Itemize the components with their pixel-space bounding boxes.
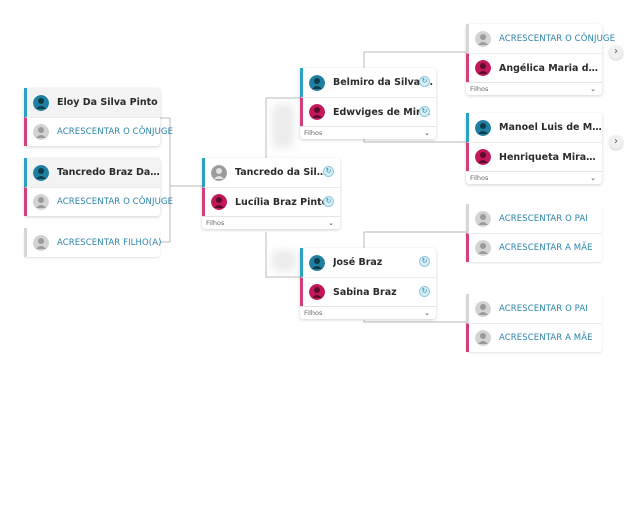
placeholder-avatar-icon xyxy=(475,300,491,317)
edit-badge-icon[interactable]: ↻ xyxy=(419,256,430,267)
male-avatar-icon xyxy=(475,119,491,136)
person-name: Angélica Maria da Apar... xyxy=(499,62,602,74)
person-name: Sabina Braz xyxy=(333,286,397,298)
male-avatar-icon xyxy=(33,94,49,111)
person-row[interactable]: Eloy Da Silva Pinto xyxy=(24,88,160,117)
chevron-right-icon[interactable]: › xyxy=(609,45,623,59)
person-row[interactable]: Tancredo Braz Da Silva xyxy=(24,158,160,187)
male-avatar-icon xyxy=(309,74,325,91)
chevron-down-icon: ⌄ xyxy=(590,174,596,182)
person-row[interactable]: José Braz ↻ xyxy=(300,248,436,277)
placeholder-avatar-icon xyxy=(475,30,491,47)
children-dropdown[interactable]: Filhos ⌄ xyxy=(466,171,602,184)
add-spouse-button[interactable]: ACRESCENTAR O CÔNJUGE xyxy=(24,187,173,216)
family-card-grandparents-4[interactable]: ACRESCENTAR O PAI ACRESCENTAR A MÃE xyxy=(466,294,602,352)
add-spouse-button[interactable]: ACRESCENTAR O CÔNJUGE xyxy=(466,24,615,53)
add-mother-button[interactable]: ACRESCENTAR A MÃE xyxy=(466,323,602,352)
family-card-maternal-parents[interactable]: José Braz ↻ Sabina Braz ↻ Filhos ⌄ xyxy=(300,248,436,319)
placeholder-avatar-icon xyxy=(475,210,491,227)
person-row[interactable]: Edwviges de Miranda ↻ xyxy=(300,97,436,126)
children-dropdown[interactable]: Filhos ⌄ xyxy=(300,306,436,319)
person-row[interactable]: Belmiro da Silva Pinto ↻ xyxy=(300,68,436,97)
person-name: Lucília Braz Pinto xyxy=(235,196,329,208)
male-avatar-icon xyxy=(309,254,325,271)
chevron-down-icon: ⌄ xyxy=(424,129,430,137)
children-dropdown[interactable]: Filhos ⌄ xyxy=(466,82,602,95)
family-card-grandparents-2[interactable]: Manoel Luis de Miranda Henriqueta Mirand… xyxy=(466,113,602,184)
female-avatar-icon xyxy=(309,284,325,300)
children-dropdown[interactable]: Filhos ⌄ xyxy=(202,216,340,229)
female-avatar-icon xyxy=(475,149,491,165)
add-mother-button[interactable]: ACRESCENTAR A MÃE xyxy=(466,233,602,262)
edit-badge-icon[interactable]: ↻ xyxy=(419,106,430,117)
placeholder-avatar-icon xyxy=(33,194,49,210)
person-name: Eloy Da Silva Pinto xyxy=(57,97,158,108)
female-avatar-icon xyxy=(475,60,491,76)
chevron-right-icon[interactable]: › xyxy=(609,135,623,149)
add-child-card[interactable]: ACRESCENTAR FILHO(A) xyxy=(24,228,161,257)
edit-badge-icon[interactable]: ↻ xyxy=(419,76,430,87)
blurred-area xyxy=(272,104,294,148)
add-child-button[interactable]: ACRESCENTAR FILHO(A) xyxy=(24,228,161,257)
person-row[interactable]: Lucília Braz Pinto ↻ xyxy=(202,187,340,216)
family-card-grandparents-3[interactable]: ACRESCENTAR O PAI ACRESCENTAR A MÃE xyxy=(466,204,602,262)
family-tree-canvas: Eloy Da Silva Pinto ACRESCENTAR O CÔNJUG… xyxy=(0,0,640,507)
person-name: Tancredo Braz Da Silva xyxy=(57,167,160,178)
placeholder-avatar-icon xyxy=(475,240,491,256)
person-row[interactable]: Henriqueta Miranda xyxy=(466,142,602,171)
add-father-button[interactable]: ACRESCENTAR O PAI xyxy=(466,204,602,233)
family-card-tancredo-braz[interactable]: Tancredo Braz Da Silva ACRESCENTAR O CÔN… xyxy=(24,158,173,216)
family-card-eloy[interactable]: Eloy Da Silva Pinto ACRESCENTAR O CÔNJUG… xyxy=(24,88,173,146)
chevron-down-icon: ⌄ xyxy=(328,219,334,227)
female-avatar-icon xyxy=(309,104,325,120)
person-name: José Braz xyxy=(333,257,383,268)
chevron-down-icon: ⌄ xyxy=(424,309,430,317)
placeholder-avatar-icon xyxy=(33,124,49,140)
edit-badge-icon[interactable]: ↻ xyxy=(323,196,334,207)
edit-badge-icon[interactable]: ↻ xyxy=(323,166,334,177)
photo-avatar-icon xyxy=(211,164,227,181)
children-dropdown[interactable]: Filhos ⌄ xyxy=(300,126,436,139)
edit-badge-icon[interactable]: ↻ xyxy=(419,286,430,297)
male-avatar-icon xyxy=(33,164,49,181)
person-name: Tancredo da Silva Pin... xyxy=(235,167,331,178)
person-row[interactable]: Sabina Braz ↻ xyxy=(300,277,436,306)
add-spouse-button[interactable]: ACRESCENTAR O CÔNJUGE xyxy=(24,117,173,146)
person-name: Henriqueta Miranda xyxy=(499,151,602,163)
person-row[interactable]: Manoel Luis de Miranda xyxy=(466,113,602,142)
person-name: Manoel Luis de Miranda xyxy=(499,122,602,133)
chevron-down-icon: ⌄ xyxy=(590,85,596,93)
blurred-area xyxy=(272,250,296,272)
placeholder-avatar-icon xyxy=(33,234,49,251)
person-row[interactable]: Tancredo da Silva Pin... ↻ xyxy=(202,158,340,187)
placeholder-avatar-icon xyxy=(475,330,491,346)
female-avatar-icon xyxy=(211,194,227,210)
add-father-button[interactable]: ACRESCENTAR O PAI xyxy=(466,294,602,323)
family-card-focus[interactable]: Tancredo da Silva Pin... ↻ Lucília Braz … xyxy=(202,158,340,229)
person-row[interactable]: Angélica Maria da Apar... xyxy=(466,53,602,82)
family-card-paternal-parents[interactable]: Belmiro da Silva Pinto ↻ Edwviges de Mir… xyxy=(300,68,436,139)
family-card-grandparents-1[interactable]: ACRESCENTAR O CÔNJUGE Angélica Maria da … xyxy=(466,24,615,95)
